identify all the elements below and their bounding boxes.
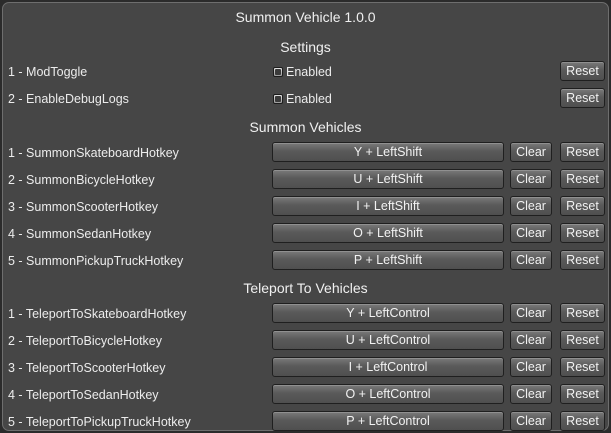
summon-row-skateboard: 1 - SummonSkateboardHotkey Y + LeftShift…	[3, 142, 608, 166]
clear-button[interactable]: Clear	[510, 357, 552, 377]
clear-button[interactable]: Clear	[510, 303, 552, 323]
summon-row-pickup-truck: 5 - SummonPickupTruckHotkey P + LeftShif…	[3, 250, 608, 274]
reset-button[interactable]: Reset	[560, 303, 605, 323]
hotkey-button[interactable]: P + LeftShift	[272, 250, 504, 270]
hotkey-button[interactable]: O + LeftShift	[272, 223, 504, 243]
reset-button[interactable]: Reset	[560, 142, 605, 162]
setting-label: 3 - TeleportToScooterHotkey	[8, 361, 166, 375]
hotkey-button[interactable]: Y + LeftShift	[272, 142, 504, 162]
clear-button[interactable]: Clear	[510, 411, 552, 431]
setting-label: 4 - SummonSedanHotkey	[8, 227, 152, 241]
reset-button[interactable]: Reset	[560, 384, 605, 404]
reset-button[interactable]: Reset	[560, 61, 605, 81]
section-summon-header: Summon Vehicles	[249, 119, 362, 135]
clear-button[interactable]: Clear	[510, 142, 552, 162]
checkbox-label: Enabled	[286, 92, 332, 106]
setting-label: 1 - SummonSkateboardHotkey	[8, 146, 179, 160]
hotkey-button[interactable]: U + LeftControl	[272, 330, 504, 350]
reset-button[interactable]: Reset	[560, 250, 605, 270]
hotkey-button[interactable]: U + LeftShift	[272, 169, 504, 189]
summon-row-scooter: 3 - SummonScooterHotkey I + LeftShift Cl…	[3, 196, 608, 220]
setting-label: 1 - TeleportToSkateboardHotkey	[8, 307, 187, 321]
reset-button[interactable]: Reset	[560, 330, 605, 350]
setting-label: 5 - TeleportToPickupTruckHotkey	[8, 415, 191, 429]
setting-label: 3 - SummonScooterHotkey	[8, 200, 159, 214]
summon-row-bicycle: 2 - SummonBicycleHotkey U + LeftShift Cl…	[3, 169, 608, 193]
teleport-row-pickup-truck: 5 - TeleportToPickupTruckHotkey P + Left…	[3, 411, 608, 433]
clear-button[interactable]: Clear	[510, 384, 552, 404]
teleport-row-skateboard: 1 - TeleportToSkateboardHotkey Y + LeftC…	[3, 303, 608, 327]
reset-button[interactable]: Reset	[560, 223, 605, 243]
setting-row-mod-toggle: 1 - ModToggle Enabled Reset	[3, 61, 608, 85]
setting-label: 4 - TeleportToSedanHotkey	[8, 388, 159, 402]
setting-label: 2 - TeleportToBicycleHotkey	[8, 334, 163, 348]
reset-button[interactable]: Reset	[560, 411, 605, 431]
clear-button[interactable]: Clear	[510, 196, 552, 216]
setting-label: 1 - ModToggle	[8, 65, 88, 79]
teleport-row-bicycle: 2 - TeleportToBicycleHotkey U + LeftCont…	[3, 330, 608, 354]
mod-toggle-checkbox[interactable]: Enabled	[273, 64, 332, 80]
debug-logs-checkbox[interactable]: Enabled	[273, 91, 332, 107]
summon-row-sedan: 4 - SummonSedanHotkey O + LeftShift Clea…	[3, 223, 608, 247]
setting-label: 2 - EnableDebugLogs	[8, 92, 129, 106]
clear-button[interactable]: Clear	[510, 250, 552, 270]
hotkey-button[interactable]: I + LeftControl	[272, 357, 504, 377]
checkbox-icon	[273, 67, 283, 77]
section-teleport-header: Teleport To Vehicles	[243, 280, 368, 296]
setting-row-enable-debug-logs: 2 - EnableDebugLogs Enabled Reset	[3, 88, 608, 112]
checkbox-icon	[273, 94, 283, 104]
hotkey-button[interactable]: O + LeftControl	[272, 384, 504, 404]
hotkey-button[interactable]: P + LeftControl	[272, 411, 504, 431]
teleport-row-scooter: 3 - TeleportToScooterHotkey I + LeftCont…	[3, 357, 608, 381]
clear-button[interactable]: Clear	[510, 330, 552, 350]
checkbox-label: Enabled	[286, 65, 332, 79]
reset-button[interactable]: Reset	[560, 169, 605, 189]
clear-button[interactable]: Clear	[510, 223, 552, 243]
setting-label: 2 - SummonBicycleHotkey	[8, 173, 155, 187]
hotkey-button[interactable]: Y + LeftControl	[272, 303, 504, 323]
window-title: Summon Vehicle 1.0.0	[235, 9, 376, 25]
reset-button[interactable]: Reset	[560, 357, 605, 377]
hotkey-button[interactable]: I + LeftShift	[272, 196, 504, 216]
clear-button[interactable]: Clear	[510, 169, 552, 189]
reset-button[interactable]: Reset	[560, 88, 605, 108]
reset-button[interactable]: Reset	[560, 196, 605, 216]
teleport-row-sedan: 4 - TeleportToSedanHotkey O + LeftContro…	[3, 384, 608, 408]
config-window: Summon Vehicle 1.0.0 Settings 1 - ModTog…	[2, 2, 609, 431]
section-settings-header: Settings	[280, 39, 331, 55]
setting-label: 5 - SummonPickupTruckHotkey	[8, 254, 184, 268]
